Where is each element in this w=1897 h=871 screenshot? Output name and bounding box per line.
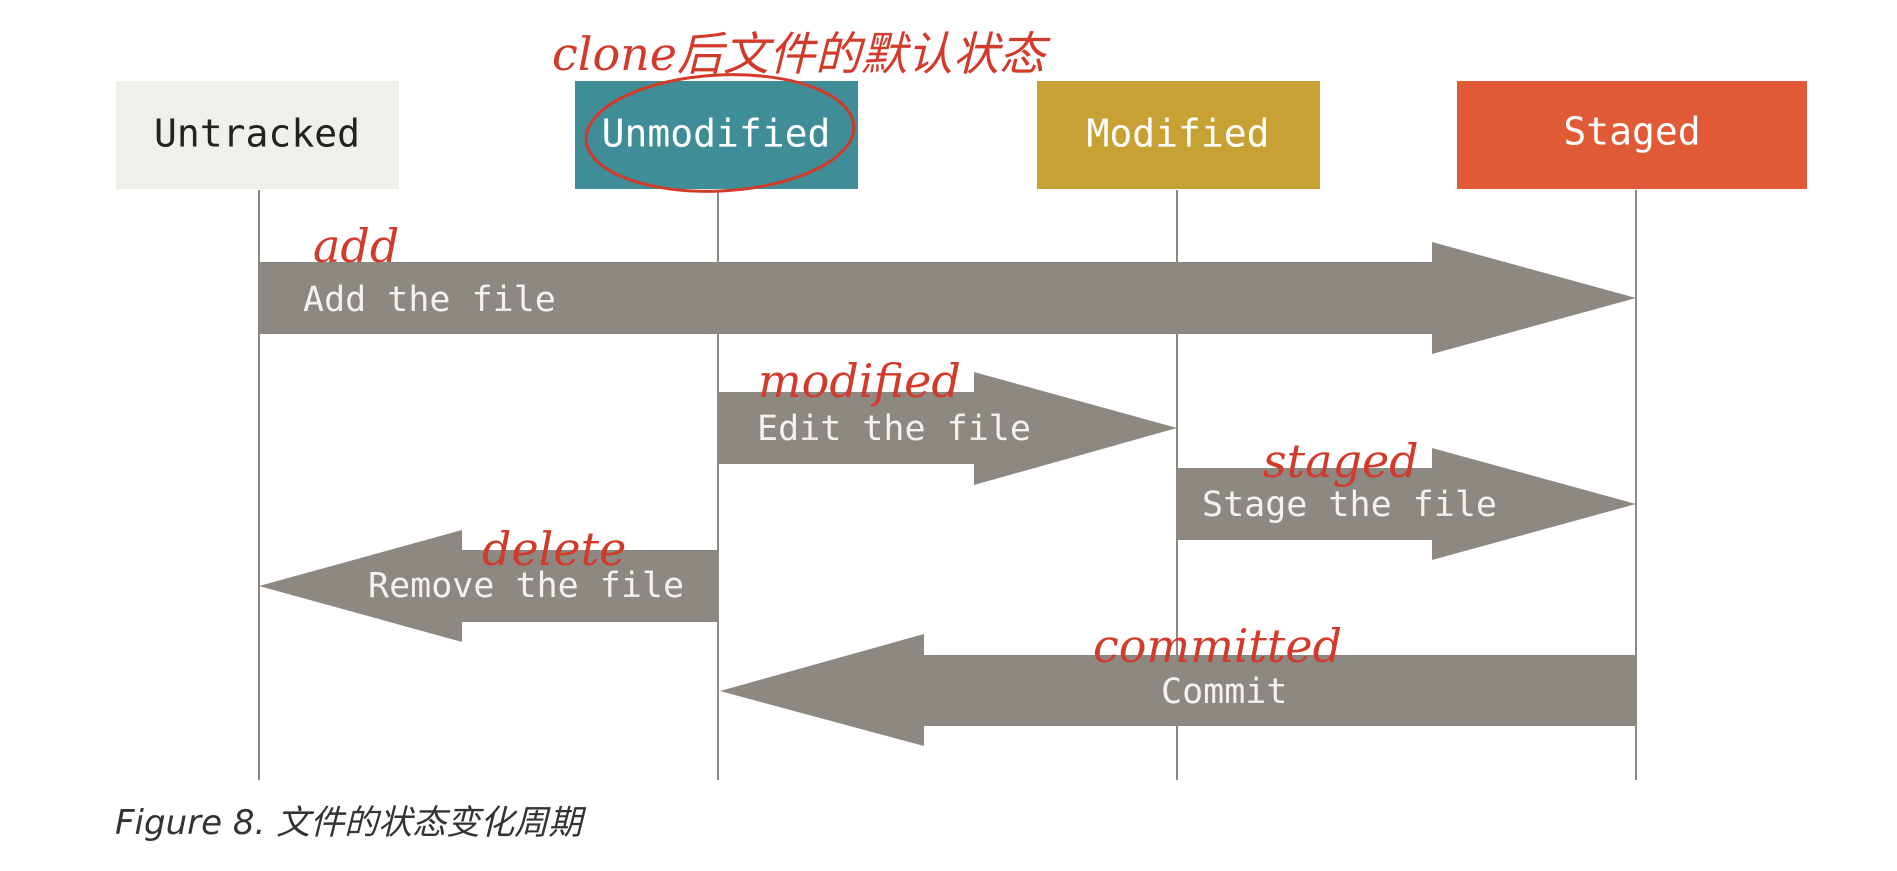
note-add: add <box>313 219 399 273</box>
note-staged: staged <box>1263 434 1419 488</box>
git-lifecycle-diagram: Untracked Unmodified Modified Staged Add… <box>0 0 1897 866</box>
arrow-add-label: Add the file <box>303 280 556 320</box>
note-committed: committed <box>1093 619 1342 673</box>
state-untracked-label: Untracked <box>154 112 360 156</box>
note-delete: delete <box>482 522 626 576</box>
arrow-stage-label: Stage the file <box>1202 485 1497 525</box>
arrow-commit-label: Commit <box>1161 672 1287 712</box>
state-staged-label: Staged <box>1563 110 1700 154</box>
state-modified: Modified <box>1037 81 1320 189</box>
state-unmodified: Unmodified <box>575 81 858 189</box>
note-clone-default-state: clone后文件的默认状态 <box>552 27 1051 81</box>
state-untracked: Untracked <box>116 81 399 189</box>
arrow-edit-label: Edit the file <box>757 409 1031 449</box>
state-modified-label: Modified <box>1086 112 1269 156</box>
transition-add: Add the file <box>259 242 1636 354</box>
figure-caption: Figure 8. 文件的状态变化周期 <box>115 803 583 843</box>
state-staged: Staged <box>1457 81 1807 189</box>
state-unmodified-label: Unmodified <box>602 112 831 156</box>
note-modified: modified <box>758 354 961 408</box>
diagram-canvas: Untracked Unmodified Modified Staged Add… <box>116 27 1807 780</box>
